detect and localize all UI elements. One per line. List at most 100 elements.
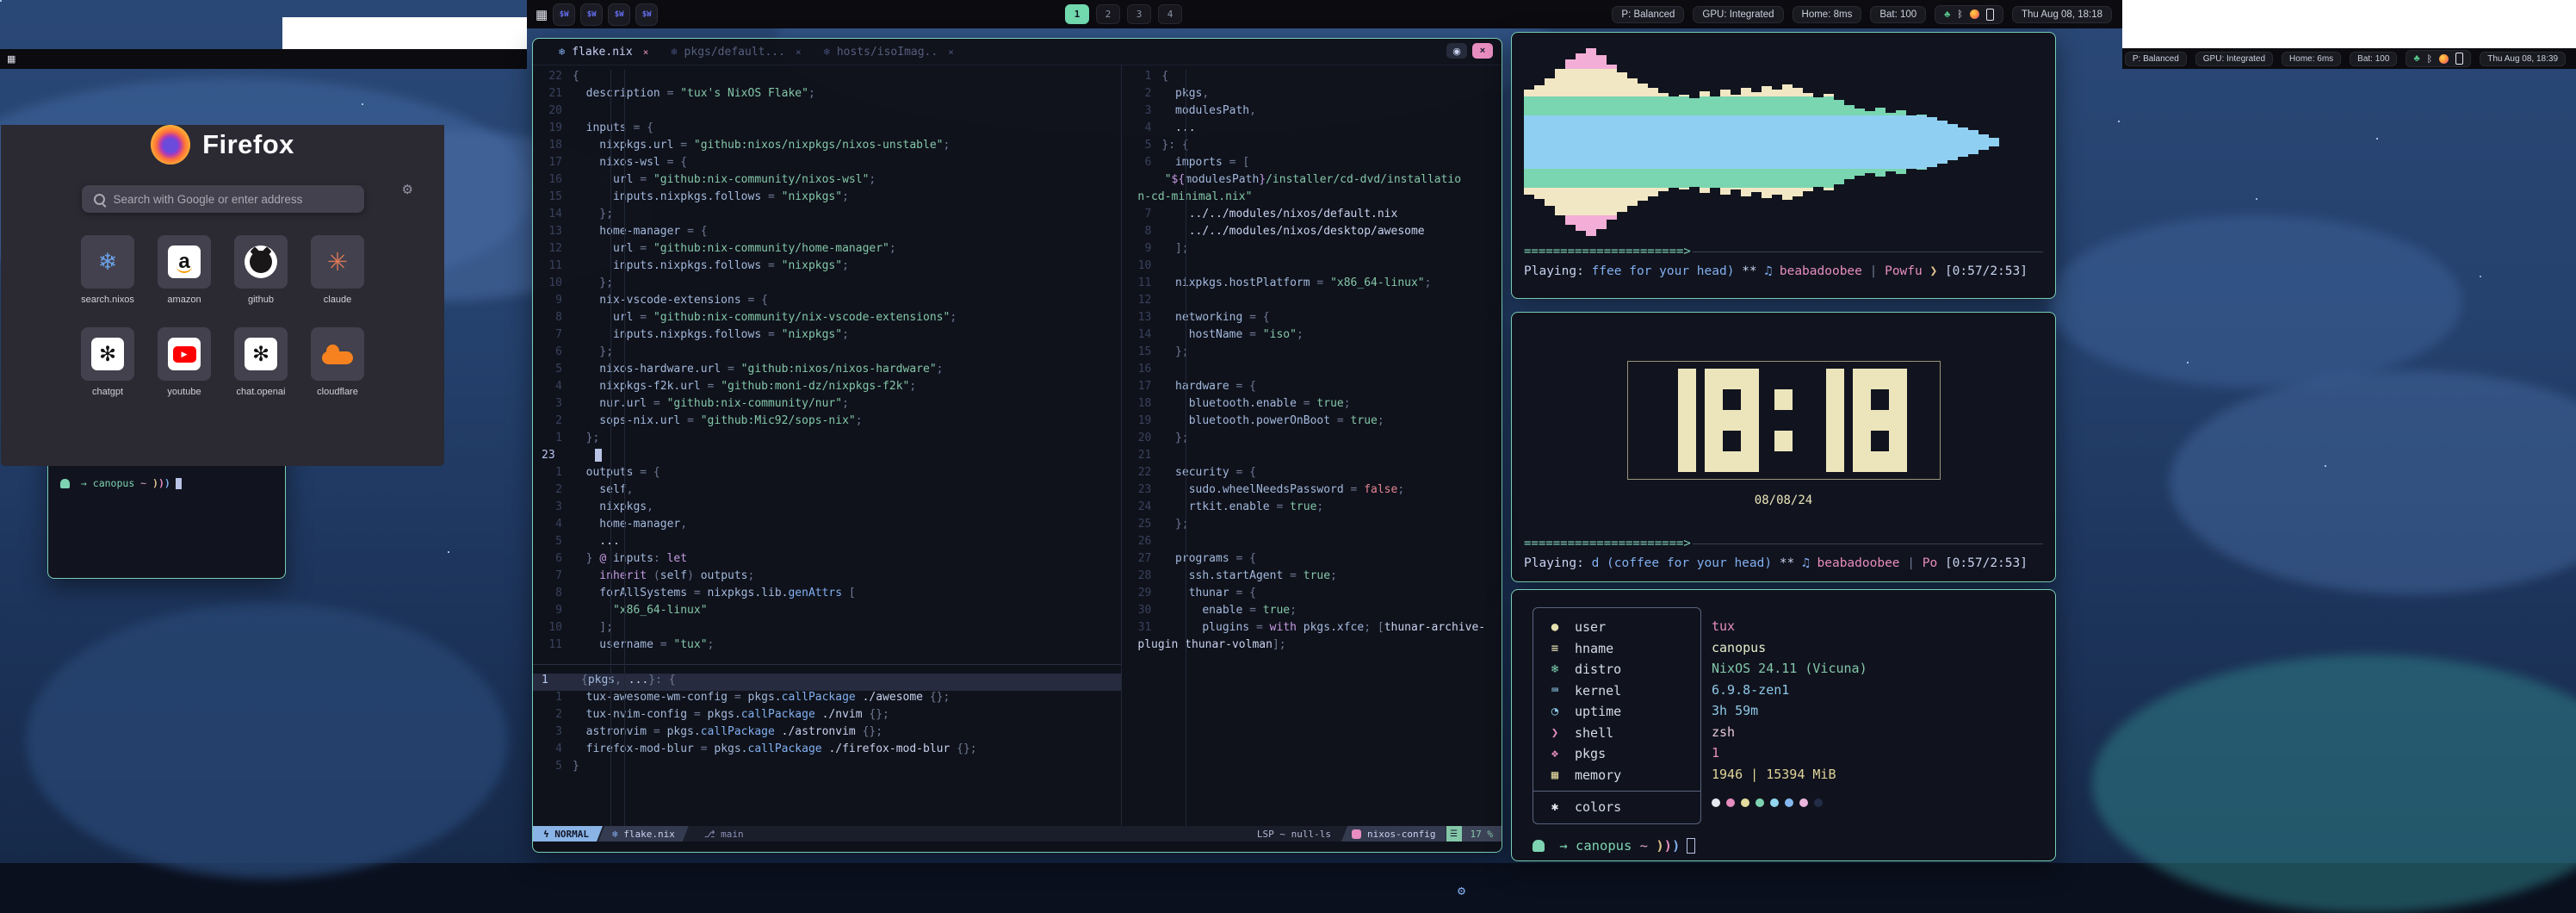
network-icon[interactable]: ♣ — [2413, 53, 2419, 64]
viz-band — [1524, 90, 1534, 96]
shortcut-github[interactable]: github — [234, 235, 288, 305]
window-button[interactable]: $W — [580, 3, 603, 26]
workspace-2[interactable]: 2 — [1096, 4, 1120, 24]
line-number: 28 — [1122, 569, 1161, 587]
shortcut-tile[interactable]: a — [158, 235, 211, 289]
editor-tab-hosts-isoImag-[interactable]: ❄hosts/isoImag..× — [824, 46, 954, 59]
media-icon[interactable] — [1970, 9, 1979, 19]
viz-band — [1555, 169, 1565, 188]
progress-rail — [1693, 543, 2043, 544]
viz-band — [1782, 188, 1793, 200]
github-icon — [245, 245, 277, 278]
code-text: "${modulesPath}/installer/cd-dvd/install… — [1137, 173, 1502, 190]
code-line: 22{ — [533, 70, 1121, 87]
code-token: tux-nvim-config — [573, 708, 694, 721]
viz-band — [1947, 142, 1958, 160]
viz-band — [1576, 69, 1586, 96]
network-icon[interactable]: ♣ — [1944, 9, 1950, 20]
shell-prompt[interactable]: → canopus ~ ))) — [1533, 838, 2034, 854]
viz-band — [1710, 142, 1720, 169]
viz-band — [1720, 90, 1731, 96]
shortcut-youtube[interactable]: ▶youtube — [158, 327, 211, 397]
code-text — [581, 449, 1121, 466]
buffer-close-button[interactable]: × — [1472, 43, 1493, 59]
code-token: n-cd-minimal.nix" — [1137, 190, 1252, 203]
shortcut-tile[interactable]: ✳ — [311, 235, 364, 289]
code-text: pkgs, — [1161, 87, 1502, 104]
launcher-icon[interactable]: ▦ — [536, 7, 548, 22]
line-number: 12 — [1122, 294, 1161, 311]
code-token: = { — [1235, 380, 1255, 393]
workspace-1[interactable]: 1 — [1065, 4, 1089, 24]
eye-button[interactable]: ◉ — [1446, 43, 1467, 59]
bluetooth-icon[interactable]: ᛒ — [1957, 9, 1963, 20]
visualizer-column — [1689, 98, 1700, 187]
editor-pane-flake-nix[interactable]: 22{21 description = "tux's NixOS Flake";… — [533, 65, 1121, 826]
shortcut-label: chat.openai — [237, 387, 286, 397]
phone-icon[interactable] — [2455, 53, 2463, 65]
shortcut-cloudflare[interactable]: cloudflare — [311, 327, 364, 397]
digit-cell — [1723, 410, 1741, 431]
editor-pane-iso-image[interactable]: 1{2 pkgs,3 modulesPath,4 ...5}: {6 impor… — [1121, 65, 1502, 826]
fetch-value: canopus — [1701, 637, 1867, 659]
code-token: = — [768, 259, 782, 272]
editor-tab-pkgs-default-[interactable]: ❄pkgs/default...× — [671, 46, 801, 59]
shortcut-tile[interactable]: ▶ — [158, 327, 211, 381]
code-text: sops-nix.url = "github:Mic92/sops-nix"; — [573, 414, 1121, 432]
tab-close-icon[interactable]: × — [948, 47, 954, 58]
tab-close-icon[interactable]: × — [643, 47, 649, 58]
window-button[interactable]: $W — [553, 3, 575, 26]
newtab-settings-gear-icon[interactable]: ⚙ — [402, 182, 413, 197]
shortcut-chat-openai[interactable]: ✻ chat.openai — [234, 327, 288, 397]
code-line: 3 astronvim = pkgs.callPackage ./astronv… — [533, 725, 1121, 742]
line-number: 13 — [533, 225, 573, 242]
viz-band — [1638, 169, 1648, 188]
code-line: 29 thunar = { — [1122, 587, 1502, 604]
code-line: 3 nixpkgs, — [533, 500, 1121, 518]
viz-band — [1524, 188, 1534, 194]
shortcut-tile[interactable]: ✻ — [81, 327, 134, 381]
shortcut-tile[interactable] — [234, 235, 288, 289]
shortcut-chatgpt[interactable]: ✻chatgpt — [81, 327, 134, 397]
viz-band — [1917, 169, 1927, 170]
shortcut-tile[interactable]: ✻ — [234, 327, 288, 381]
bluetooth-icon[interactable]: ᛒ — [2427, 53, 2433, 65]
viz-band — [1917, 142, 1927, 169]
viz-band — [1596, 69, 1607, 96]
digit-cell — [1705, 410, 1723, 431]
visualizer-column — [1782, 84, 1793, 200]
code-token: inputs.nixpkgs.follows — [573, 328, 768, 341]
workspace-4[interactable]: 4 — [1158, 4, 1182, 24]
code-token: [ — [849, 587, 856, 599]
viz-band — [1679, 188, 1689, 189]
code-token: = — [1351, 483, 1365, 496]
code-token: ... — [629, 674, 648, 686]
horizontal-split[interactable] — [533, 664, 1121, 665]
shortcut-claude[interactable]: ✳claude — [311, 235, 364, 305]
window-button[interactable]: $W — [635, 3, 658, 26]
viz-band — [1762, 188, 1772, 198]
window-button[interactable]: $W — [608, 3, 630, 26]
code-token: {}; — [869, 708, 889, 721]
clock-window[interactable]: 08/08/24 ======================> Playing… — [1511, 312, 2056, 582]
shortcut-amazon[interactable]: aamazon — [158, 235, 211, 305]
shortcut-tile[interactable]: ❄ — [81, 235, 134, 289]
editor-window[interactable]: ❄flake.nix× ❄pkgs/default...× ❄hosts/isoIm… — [532, 38, 1502, 853]
tab-close-icon[interactable]: × — [796, 47, 802, 58]
phone-icon[interactable] — [1986, 9, 1994, 21]
prompt-host: canopus — [1576, 838, 1640, 854]
media-icon[interactable] — [2439, 54, 2449, 64]
shortcut-search-nixos[interactable]: ❄search.nixos — [81, 235, 134, 305]
terminal-fastfetch-large[interactable]: ●user≡hname❄distro⌨kernel◔uptime❯shell❖p… — [1511, 589, 2056, 861]
code-text: outputs = { — [573, 466, 1121, 483]
music-visualizer-window[interactable]: ======================> Playing: ffee fo… — [1511, 32, 2056, 299]
launcher-icon[interactable]: ▦ — [7, 53, 15, 65]
editor-tab-flake-nix[interactable]: ❄flake.nix× — [559, 46, 648, 59]
shortcut-tile[interactable] — [311, 327, 364, 381]
workspace-3[interactable]: 3 — [1127, 4, 1151, 24]
code-buffer-iso-image-nix: 1{2 pkgs,3 modulesPath,4 ...5}: {6 impor… — [1122, 65, 1502, 655]
shell-prompt[interactable]: → canopus ~ ))) — [60, 477, 273, 489]
playing-segment: Playing: — [1524, 264, 1592, 278]
viz-band — [1596, 55, 1607, 70]
newtab-search-box[interactable]: Search with Google or enter address — [82, 185, 364, 213]
